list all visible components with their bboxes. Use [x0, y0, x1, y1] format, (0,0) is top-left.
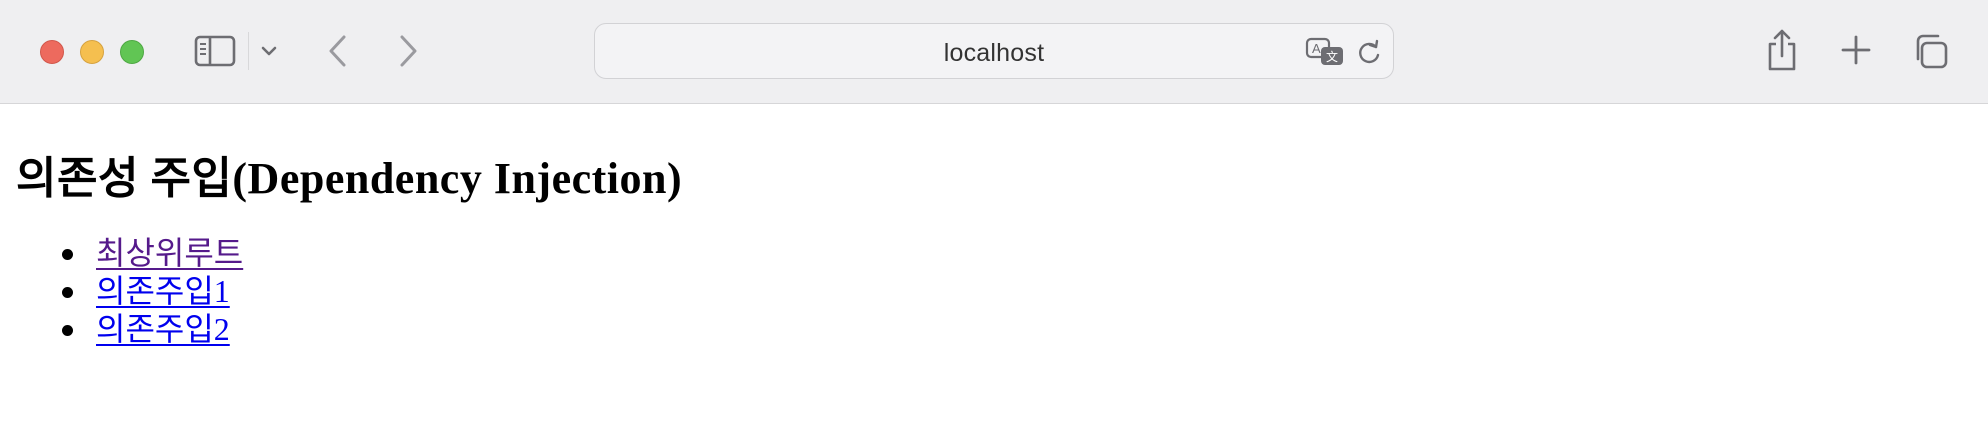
list-item: 의존주입1: [0, 272, 243, 310]
tab-overview-icon[interactable]: [1912, 33, 1948, 69]
list-item: 의존주입2: [0, 310, 243, 348]
zoom-window-icon[interactable]: [120, 40, 144, 64]
minimize-window-icon[interactable]: [80, 40, 104, 64]
browser-toolbar: localhost A 文: [0, 0, 1988, 104]
link-injection-2[interactable]: 의존주입2: [96, 311, 230, 347]
bullet-icon: [62, 325, 73, 336]
page-content: 의존성 주입(Dependency Injection) 최상위루트 의존주입1…: [0, 104, 1988, 448]
link-injection-1[interactable]: 의존주입1: [96, 273, 230, 309]
link-top-root[interactable]: 최상위루트: [96, 235, 243, 271]
close-window-icon[interactable]: [40, 40, 64, 64]
toolbar-divider: [248, 32, 249, 70]
bullet-icon: [62, 249, 73, 260]
translate-icon[interactable]: A 文: [1305, 37, 1345, 69]
list-item: 최상위루트: [0, 234, 243, 272]
address-bar[interactable]: localhost A 文: [594, 23, 1394, 79]
address-text[interactable]: localhost: [595, 39, 1393, 68]
svg-text:A: A: [1312, 41, 1321, 56]
back-arrow-icon[interactable]: [324, 32, 352, 70]
forward-arrow-icon[interactable]: [394, 32, 422, 70]
chevron-down-icon[interactable]: [260, 42, 278, 60]
svg-text:文: 文: [1326, 49, 1338, 64]
nav-link-list: 최상위루트 의존주입1 의존주입2: [0, 234, 243, 348]
reload-icon[interactable]: [1355, 38, 1383, 68]
bullet-icon: [62, 287, 73, 298]
plus-icon[interactable]: [1840, 34, 1872, 66]
sidebar-icon[interactable]: [194, 34, 236, 68]
page-title: 의존성 주입(Dependency Injection): [16, 154, 683, 203]
share-icon[interactable]: [1766, 28, 1798, 72]
